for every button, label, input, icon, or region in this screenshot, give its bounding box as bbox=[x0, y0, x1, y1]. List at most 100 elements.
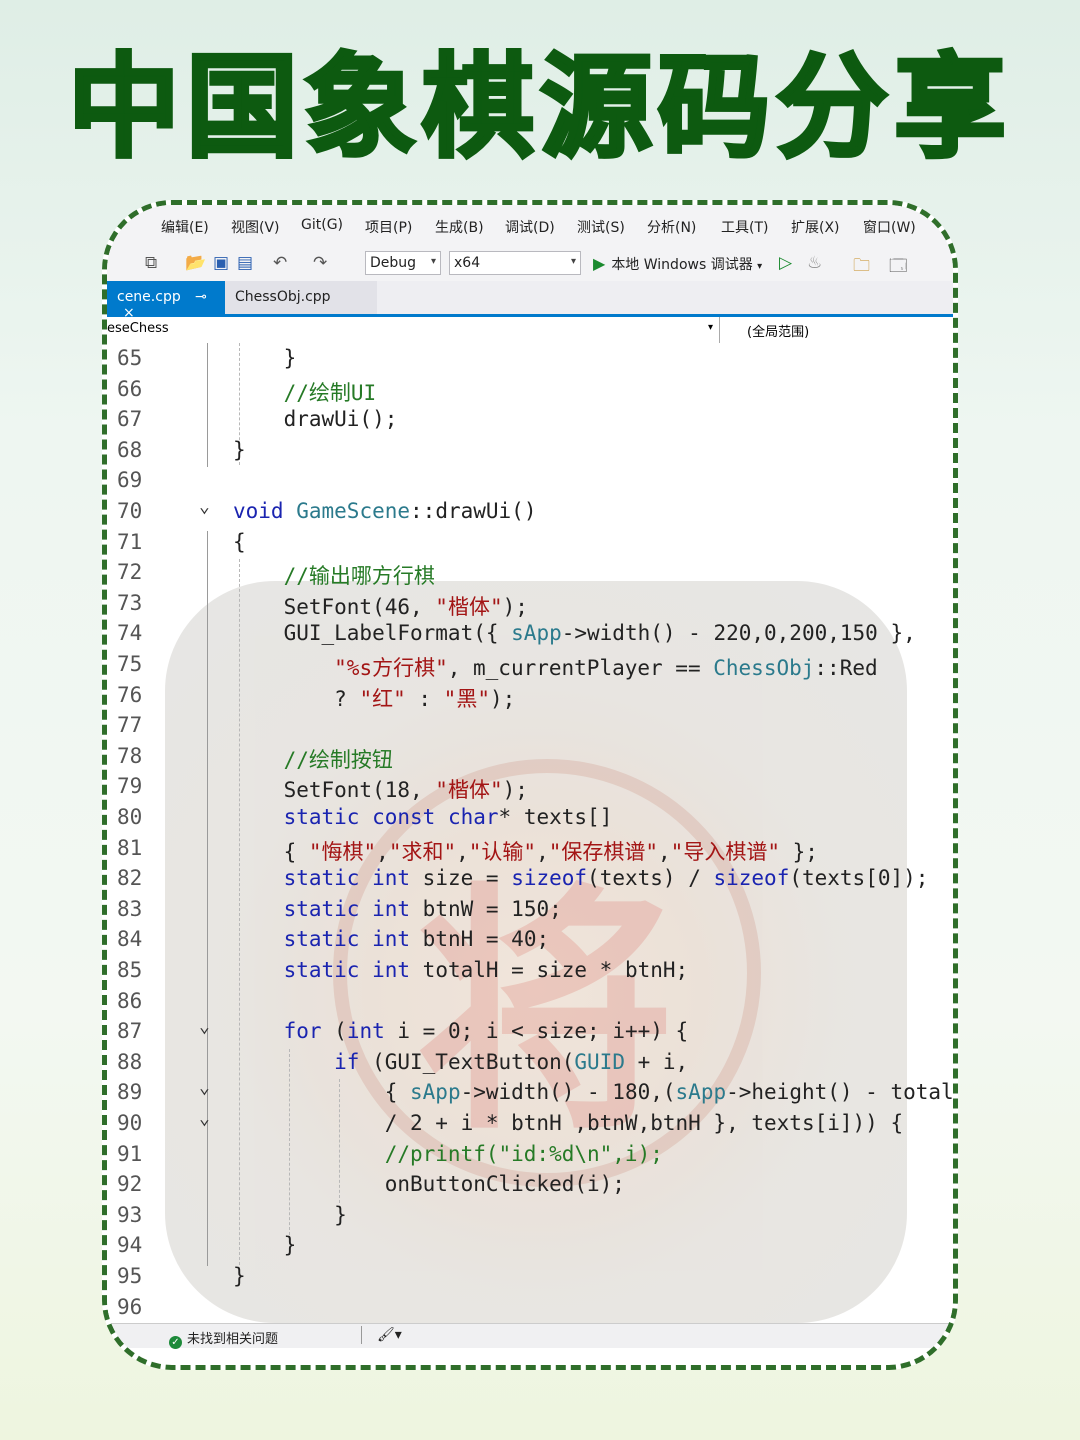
code-line: 78 //绘制按钮 bbox=[107, 741, 953, 772]
menu-git[interactable]: Git(G) bbox=[301, 217, 343, 233]
code-line: 70 ⌄ void GameScene::drawUi() bbox=[107, 496, 953, 527]
code-line: 76 ? "红" : "黑"); bbox=[107, 680, 953, 711]
code-line: 73 SetFont(46, "楷体"); bbox=[107, 588, 953, 619]
line-number: 72 bbox=[117, 560, 143, 585]
code-line: 69 bbox=[107, 465, 953, 496]
code-line: 93 } bbox=[107, 1200, 953, 1231]
config-select[interactable]: Debug ▾ bbox=[365, 251, 441, 275]
code-line: 87 ⌄ for (int i = 0; i < size; i++) { bbox=[107, 1016, 953, 1047]
folder-icon[interactable]: 🗀 bbox=[853, 253, 870, 282]
code-text: static int size = sizeof(texts) / sizeof… bbox=[283, 866, 929, 891]
code-text: { bbox=[233, 529, 246, 554]
new-project-icon[interactable]: ⧉ bbox=[145, 253, 157, 273]
code-line: 81 { "悔棋","求和","认输","保存棋谱","导入棋谱" }; bbox=[107, 833, 953, 864]
line-number: 68 bbox=[117, 437, 143, 462]
line-number: 95 bbox=[117, 1264, 143, 1288]
menu-edit[interactable]: 编辑(E) bbox=[161, 217, 209, 237]
tab-gamescene[interactable]: cene.cpp ⊸ × bbox=[107, 281, 225, 321]
line-number: 74 bbox=[117, 621, 143, 646]
save-icon[interactable]: ▣ bbox=[213, 253, 229, 273]
project-dropdown[interactable]: eseChess ▾ bbox=[107, 321, 719, 343]
problems-label: 未找到相关问题 bbox=[187, 1332, 279, 1347]
menu-bar: 编辑(E) 视图(V) Git(G) 项目(P) 生成(B) 调试(D) 测试(… bbox=[107, 205, 953, 247]
platform-select[interactable]: x64 ▾ bbox=[449, 251, 581, 275]
line-number: 94 bbox=[117, 1233, 143, 1258]
line-number: 87 bbox=[117, 1019, 143, 1044]
ide-screenshot-frame: 编辑(E) 视图(V) Git(G) 项目(P) 生成(B) 调试(D) 测试(… bbox=[102, 200, 958, 1370]
code-line: 79 SetFont(18, "楷体"); bbox=[107, 771, 953, 802]
line-number: 66 bbox=[117, 376, 143, 401]
scope-dropdown[interactable]: (全局范围) bbox=[747, 321, 809, 340]
line-number: 75 bbox=[117, 652, 143, 676]
tab-chessobj[interactable]: ChessObj.cpp bbox=[225, 281, 377, 314]
line-number: 82 bbox=[117, 866, 143, 891]
menu-window[interactable]: 窗口(W) bbox=[863, 217, 916, 237]
code-text: static int btnH = 40; bbox=[283, 927, 550, 952]
line-number: 93 bbox=[117, 1202, 143, 1227]
platform-select-value: x64 bbox=[454, 255, 481, 271]
pin-icon[interactable]: ⊸ bbox=[195, 289, 207, 305]
code-line: 68} bbox=[107, 435, 953, 466]
line-number: 78 bbox=[117, 743, 143, 768]
line-number: 88 bbox=[117, 1049, 143, 1074]
line-number: 91 bbox=[117, 1141, 143, 1166]
menu-project[interactable]: 项目(P) bbox=[365, 217, 412, 237]
redo-icon[interactable]: ↷ bbox=[313, 253, 327, 273]
toolbar: ⧉ 📂 ▣ ▤ ↶ ↷ Debug ▾ x64 ▾ ▶ 本地 Windows 调试… bbox=[107, 247, 953, 281]
save-all-icon[interactable]: ▤ bbox=[237, 253, 253, 273]
code-text: } bbox=[233, 346, 297, 370]
code-text: } bbox=[233, 1202, 347, 1227]
code-text: / 2 + i * btnH ,btnW,btnH }, texts[i])) … bbox=[233, 1111, 904, 1135]
line-number: 67 bbox=[117, 407, 143, 432]
brush-icon[interactable]: 🖌▾ bbox=[377, 1327, 402, 1343]
menu-view[interactable]: 视图(V) bbox=[231, 217, 280, 237]
line-number: 69 bbox=[117, 468, 143, 493]
menu-build[interactable]: 生成(B) bbox=[435, 217, 484, 237]
line-number: 81 bbox=[117, 835, 143, 860]
menu-test[interactable]: 测试(S) bbox=[577, 217, 625, 237]
code-line: 91 //printf("id:%d\n",i); bbox=[107, 1139, 953, 1170]
code-text: //输出哪方行棋 bbox=[233, 564, 435, 589]
menu-analyze[interactable]: 分析(N) bbox=[647, 217, 696, 237]
menu-extensions[interactable]: 扩展(X) bbox=[791, 217, 840, 237]
open-icon[interactable]: 📂 bbox=[185, 253, 206, 273]
chevron-down-icon: ▾ bbox=[707, 322, 713, 333]
code-text: "%s方行棋", m_currentPlayer == ChessObj::Re… bbox=[334, 656, 878, 680]
fold-chevron-icon[interactable]: ⌄ bbox=[199, 1016, 210, 1037]
line-number: 96 bbox=[117, 1294, 143, 1319]
code-text: ? "红" : "黑"); bbox=[233, 686, 516, 711]
menu-tools[interactable]: 工具(T) bbox=[721, 217, 768, 237]
undo-icon[interactable]: ↶ bbox=[273, 253, 287, 273]
code-line: 83 static int btnW = 150; bbox=[107, 894, 953, 925]
line-number: 71 bbox=[117, 529, 143, 554]
line-number: 80 bbox=[117, 805, 143, 829]
code-line: 72 //输出哪方行棋 bbox=[107, 557, 953, 588]
tab-label: ChessObj.cpp bbox=[235, 289, 331, 305]
line-number: 79 bbox=[117, 774, 143, 799]
code-text: static int totalH = size * btnH; bbox=[283, 958, 689, 982]
fold-chevron-icon[interactable]: ⌄ bbox=[199, 496, 210, 517]
code-line: 77 bbox=[107, 710, 953, 741]
window-icon[interactable]: 🗔 bbox=[889, 253, 907, 282]
tab-label: cene.cpp bbox=[117, 289, 181, 305]
line-number: 84 bbox=[117, 927, 143, 952]
line-number: 89 bbox=[117, 1080, 143, 1105]
fold-chevron-icon[interactable]: ⌄ bbox=[199, 1108, 210, 1129]
chevron-down-icon: ▾ bbox=[430, 256, 436, 267]
run-without-debug-icon[interactable]: ▷ bbox=[779, 253, 792, 273]
status-bar: ✓ 未找到相关问题 🖌▾ bbox=[107, 1323, 953, 1349]
code-line: 85 static int totalH = size * btnH; bbox=[107, 955, 953, 986]
status-divider bbox=[361, 1326, 362, 1344]
code-text: for (int i = 0; i < size; i++) { bbox=[283, 1019, 689, 1044]
code-text: } bbox=[233, 437, 246, 462]
check-circle-icon: ✓ bbox=[169, 1336, 182, 1349]
code-line: 80 static const char* texts[] bbox=[107, 802, 953, 833]
code-editor[interactable]: 将 65 } 66 //绘制UI 67 drawUi(); 68} 69 70 ⌄ void … bbox=[107, 343, 953, 1323]
fold-chevron-icon[interactable]: ⌄ bbox=[199, 1077, 210, 1098]
menu-debug[interactable]: 调试(D) bbox=[505, 217, 555, 237]
code-text: drawUi(); bbox=[233, 407, 398, 432]
start-debugging-button[interactable]: ▶ 本地 Windows 调试器 ▾ bbox=[593, 254, 762, 274]
problems-status[interactable]: ✓ 未找到相关问题 bbox=[169, 1328, 278, 1349]
hot-reload-icon[interactable]: ♨ bbox=[807, 253, 822, 273]
navbar-divider bbox=[719, 317, 720, 343]
